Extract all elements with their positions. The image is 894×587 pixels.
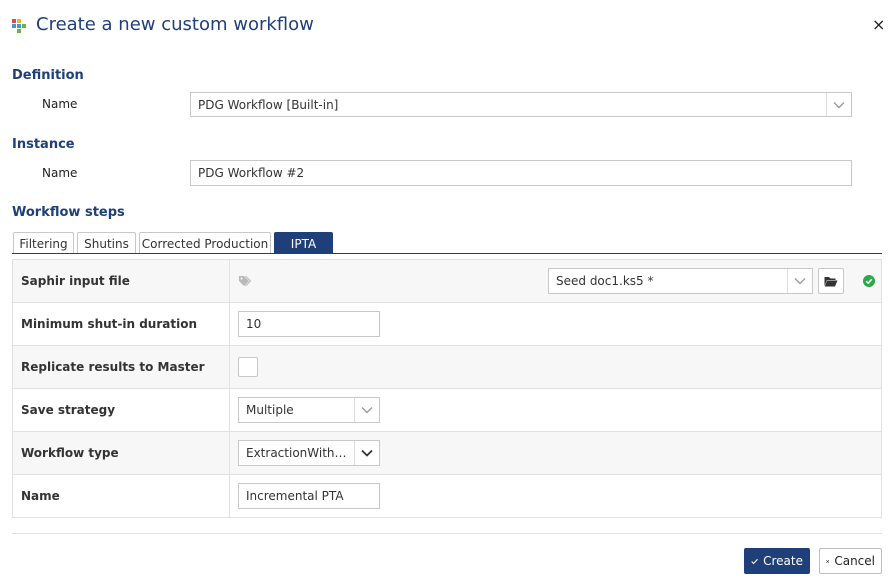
dialog-title: Create a new custom workflow (36, 14, 314, 35)
row-min-shutin-duration: Minimum shut-in duration (12, 303, 882, 346)
workflow-type-select[interactable]: ExtractionWithM... (238, 440, 380, 466)
tab-underline (12, 253, 882, 254)
saphir-input-file-label: Saphir input file (13, 260, 230, 302)
workflow-type-label: Workflow type (13, 432, 230, 474)
open-folder-button[interactable] (818, 268, 844, 294)
create-button-label: Create (763, 554, 803, 568)
chevron-down-icon[interactable] (354, 398, 379, 422)
row-name: Name (12, 475, 882, 518)
tab-filtering[interactable]: Filtering (13, 232, 74, 254)
row-workflow-type: Workflow type ExtractionWithM... (12, 432, 882, 475)
chevron-down-icon[interactable] (787, 269, 812, 293)
create-button[interactable]: Create (744, 548, 810, 574)
row-saphir-input-file: Saphir input file Seed doc1.ks5 * (12, 259, 882, 303)
saphir-file-value: Seed doc1.ks5 * (556, 274, 654, 288)
min-shutin-duration-label: Minimum shut-in duration (13, 303, 230, 345)
definition-name-label: Name (42, 97, 78, 111)
ipta-name-label: Name (13, 475, 230, 517)
check-circle-icon (863, 275, 875, 290)
save-strategy-select[interactable]: Multiple (238, 397, 380, 423)
tab-corrected-production[interactable]: Corrected Production (139, 232, 271, 254)
chevron-down-icon[interactable] (354, 441, 379, 465)
definition-name-value: PDG Workflow [Built-in] (198, 97, 339, 112)
instance-heading: Instance (12, 137, 75, 152)
check-icon (751, 558, 758, 564)
save-strategy-value: Multiple (246, 403, 294, 417)
app-logo-icon (12, 19, 26, 33)
folder-open-icon (824, 276, 838, 286)
ipta-name-input[interactable] (238, 483, 380, 509)
definition-name-select[interactable]: PDG Workflow [Built-in] (190, 92, 852, 117)
x-icon (826, 559, 830, 563)
saphir-file-select[interactable]: Seed doc1.ks5 * (548, 268, 813, 294)
close-icon[interactable]: × (872, 16, 885, 34)
row-save-strategy: Save strategy Multiple (12, 389, 882, 432)
replicate-results-label: Replicate results to Master (13, 346, 230, 388)
definition-heading: Definition (12, 68, 84, 83)
instance-name-label: Name (42, 166, 78, 180)
footer-divider (12, 533, 882, 534)
row-replicate-results: Replicate results to Master (12, 346, 882, 389)
replicate-results-checkbox[interactable] (238, 357, 258, 377)
cancel-button-label: Cancel (834, 554, 875, 568)
workflow-type-value: ExtractionWithM... (246, 446, 354, 460)
instance-name-input[interactable] (190, 160, 852, 186)
tag-icon (238, 275, 252, 290)
tab-shutins[interactable]: Shutins (77, 232, 136, 254)
tab-ipta[interactable]: IPTA (274, 232, 333, 254)
min-shutin-duration-input[interactable] (238, 311, 380, 337)
workflow-steps-heading: Workflow steps (12, 205, 125, 220)
save-strategy-label: Save strategy (13, 389, 230, 431)
chevron-down-icon[interactable] (826, 93, 851, 116)
cancel-button[interactable]: Cancel (819, 548, 882, 574)
